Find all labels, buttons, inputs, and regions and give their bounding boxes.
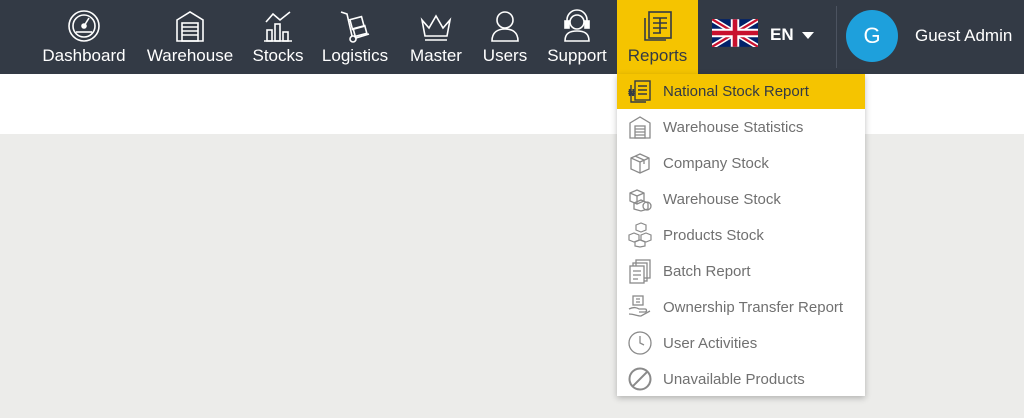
nav-item-support[interactable]: Support: [542, 0, 612, 74]
menu-item-label: User Activities: [663, 335, 758, 352]
menu-item-label: Unavailable Products: [663, 371, 805, 388]
user-menu[interactable]: G Guest Admin: [846, 10, 1012, 62]
top-navigation-bar: Dashboard Warehouse Stocks Logistics Mas…: [0, 0, 1024, 74]
reports-dropdown-menu: ₦ National Stock Report Warehouse Statis…: [617, 74, 865, 396]
language-selector[interactable]: EN: [710, 16, 814, 52]
menu-item-label: Warehouse Stock: [663, 191, 781, 208]
menu-item-label: Company Stock: [663, 155, 769, 172]
prohibited-icon: [627, 366, 653, 392]
nav-item-warehouse[interactable]: Warehouse: [140, 0, 240, 74]
nav-label: Support: [547, 46, 607, 65]
crown-icon: [418, 8, 454, 44]
nav-label: Master: [410, 46, 462, 65]
menu-item-label: National Stock Report: [663, 83, 809, 100]
topbar-divider: [836, 6, 837, 68]
menu-item-national-stock-report[interactable]: ₦ National Stock Report: [617, 74, 865, 109]
nav-label: Dashboard: [42, 46, 126, 65]
boxes-icon: [627, 186, 653, 212]
menu-item-label: Batch Report: [663, 263, 751, 280]
menu-item-warehouse-stock[interactable]: Warehouse Stock: [617, 182, 865, 217]
nav-label: Logistics: [321, 46, 389, 65]
dashboard-gauge-icon: [66, 8, 102, 44]
products-icon: [627, 222, 653, 248]
reports-icon: [640, 8, 676, 44]
menu-item-label: Warehouse Statistics: [663, 119, 804, 136]
user-name: Guest Admin: [915, 26, 1013, 45]
user-icon: [487, 8, 523, 44]
headset-icon: [559, 8, 595, 44]
menu-item-label: Ownership Transfer Report: [663, 299, 844, 316]
nav-label: Reports: [627, 46, 688, 65]
nav-item-stocks[interactable]: Stocks: [248, 0, 308, 74]
svg-text:₦: ₦: [628, 88, 635, 99]
clock-icon: [627, 330, 653, 356]
documents-icon: [627, 258, 653, 284]
hand-truck-icon: [337, 8, 373, 44]
warehouse-icon: [172, 8, 208, 44]
transfer-icon: [627, 294, 653, 320]
menu-item-user-activities[interactable]: User Activities: [617, 326, 865, 361]
menu-item-company-stock[interactable]: Company Stock: [617, 146, 865, 181]
nav-label: Stocks: [252, 46, 304, 65]
stocks-chart-icon: [260, 8, 296, 44]
menu-item-label: Products Stock: [663, 227, 764, 244]
nav-item-users[interactable]: Users: [478, 0, 532, 74]
content-header: [0, 74, 1024, 134]
warehouse-statistics-icon: [627, 114, 653, 140]
menu-item-warehouse-statistics[interactable]: Warehouse Statistics: [617, 110, 865, 145]
caret-down-icon: [801, 31, 814, 39]
nav-label: Warehouse: [146, 46, 234, 65]
nav-item-master[interactable]: Master: [402, 0, 470, 74]
language-code: EN: [770, 25, 794, 44]
nav-item-dashboard[interactable]: Dashboard: [36, 0, 132, 74]
menu-item-unavailable-products[interactable]: Unavailable Products: [617, 362, 865, 397]
avatar: G: [846, 10, 898, 62]
menu-item-products-stock[interactable]: Products Stock: [617, 218, 865, 253]
nav-item-logistics[interactable]: Logistics: [318, 0, 392, 74]
box-icon: [627, 150, 653, 176]
menu-item-ownership-transfer-report[interactable]: Ownership Transfer Report: [617, 290, 865, 325]
nav-label: Users: [482, 46, 528, 65]
national-report-icon: ₦: [627, 78, 653, 104]
uk-flag-icon: [710, 16, 760, 52]
menu-item-batch-report[interactable]: Batch Report: [617, 254, 865, 289]
nav-item-reports[interactable]: Reports: [617, 0, 698, 74]
